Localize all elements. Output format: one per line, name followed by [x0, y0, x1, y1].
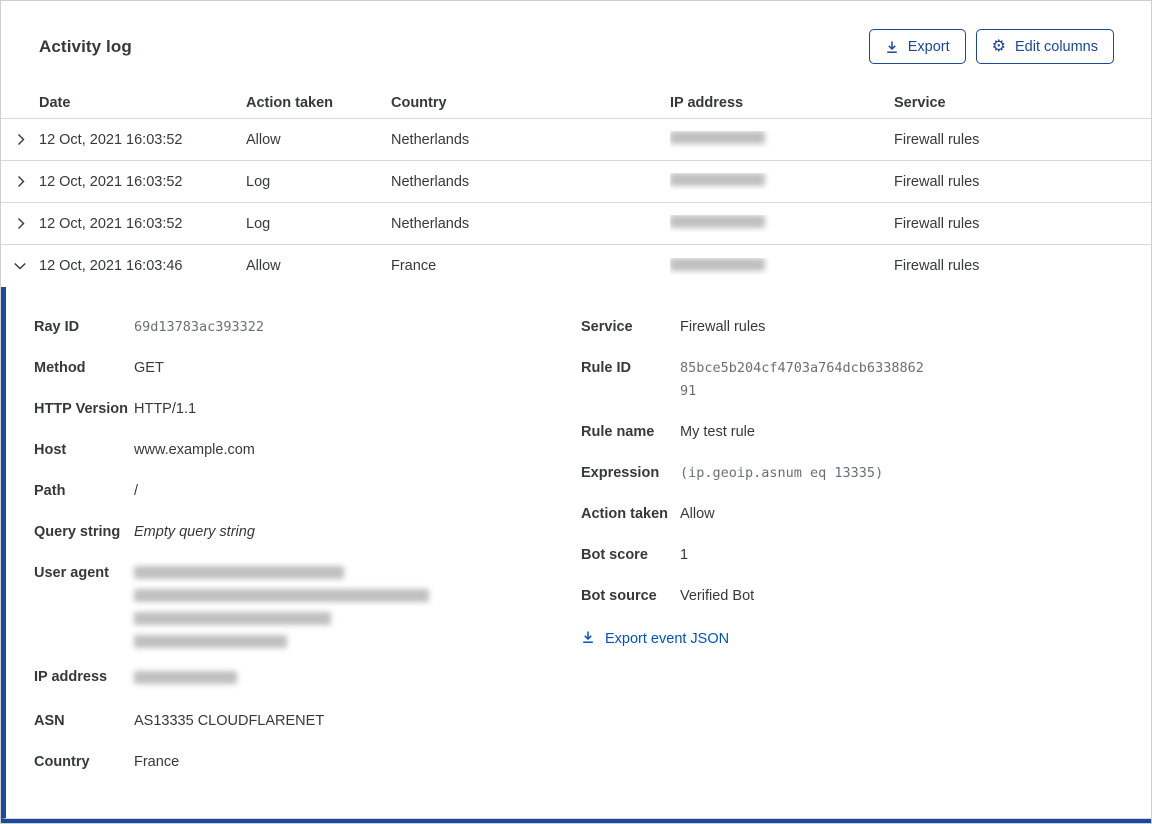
- export-event-json-link[interactable]: Export event JSON: [581, 630, 729, 648]
- cell-country: France: [391, 258, 437, 274]
- detail-field-method: Method GET: [34, 357, 581, 380]
- cell-ip-redacted: [670, 131, 894, 148]
- edit-columns-button[interactable]: ⚙ Edit columns: [975, 29, 1114, 64]
- ray-id-value: 69d13783ac393322: [134, 319, 265, 335]
- export-button-label: Export: [907, 38, 950, 55]
- cell-service: Firewall rules: [894, 173, 980, 190]
- cell-service: Firewall rules: [894, 131, 980, 148]
- detail-field-rule-id: Rule ID 85bce5b204cf4703a764dcb633886291: [581, 357, 1121, 403]
- asn-value: AS13335 CLOUDFLARENET: [134, 713, 325, 729]
- rule-name-value: My test rule: [680, 424, 755, 440]
- detail-field-service: Service Firewall rules: [581, 316, 1121, 339]
- detail-field-asn: ASN AS13335 CLOUDFLARENET: [34, 710, 581, 733]
- cell-date: 12 Oct, 2021 16:03:52: [39, 173, 183, 190]
- ip-address-redacted: [134, 666, 237, 692]
- method-value: GET: [134, 360, 164, 376]
- detail-field-country: Country France: [34, 751, 581, 774]
- cell-action-taken: Log: [246, 173, 271, 190]
- edit-columns-button-label: Edit columns: [1014, 38, 1098, 55]
- detail-field-user-agent: User agent: [34, 562, 581, 648]
- column-header-date: Date: [39, 95, 71, 111]
- cell-country: Netherlands: [391, 173, 470, 190]
- detail-field-ip-address: IP address: [34, 666, 581, 692]
- cell-ip-redacted: [670, 257, 894, 275]
- cell-action-taken: Allow: [246, 131, 281, 148]
- bot-source-value: Verified Bot: [680, 588, 755, 604]
- detail-field-path: Path /: [34, 480, 581, 503]
- detail-field-ray-id: Ray ID 69d13783ac393322: [34, 316, 581, 339]
- detail-field-host: Host www.example.com: [34, 439, 581, 462]
- action-taken-value: Allow: [680, 506, 715, 522]
- column-header-country: Country: [391, 95, 447, 111]
- column-header-ip-address: IP address: [670, 95, 744, 111]
- detail-field-query-string: Query string Empty query string: [34, 521, 581, 544]
- expression-value: (ip.geoip.asnum eq 13335): [680, 465, 884, 481]
- cell-country: Netherlands: [391, 131, 470, 148]
- query-string-value: Empty query string: [134, 524, 255, 540]
- detail-field-bot-source: Bot source Verified Bot: [581, 585, 1121, 608]
- chevron-right-icon[interactable]: [1, 217, 39, 230]
- chevron-right-icon[interactable]: [1, 133, 39, 146]
- table-row[interactable]: 12 Oct, 2021 16:03:52 Allow Netherlands …: [1, 119, 1151, 161]
- column-header-action-taken: Action taken: [246, 95, 334, 111]
- cell-date: 12 Oct, 2021 16:03:52: [39, 215, 183, 232]
- country-value: France: [134, 754, 180, 770]
- http-version-value: HTTP/1.1: [134, 401, 197, 417]
- bottom-accent-bar: [1, 819, 1151, 823]
- rule-id-value: 85bce5b204cf4703a764dcb633886291: [680, 360, 924, 399]
- detail-field-expression: Expression (ip.geoip.asnum eq 13335): [581, 462, 1121, 485]
- cell-country: Netherlands: [391, 215, 470, 232]
- gear-icon: ⚙: [991, 37, 1006, 55]
- activity-log-panel: Activity log Export ⚙ Edit columns Date …: [0, 0, 1152, 824]
- cell-ip-redacted: [670, 173, 894, 190]
- table-row-expanded[interactable]: 12 Oct, 2021 16:03:46 Allow France Firew…: [1, 245, 1151, 287]
- event-detail-left-column: Ray ID 69d13783ac393322 Method GET HTTP …: [34, 316, 581, 802]
- download-icon: [581, 630, 595, 648]
- cell-ip-redacted: [670, 215, 894, 232]
- column-header-service: Service: [894, 95, 946, 111]
- export-event-json-label: Export event JSON: [605, 631, 730, 647]
- table-header: Date Action taken Country IP address Ser…: [1, 88, 1151, 119]
- path-value: /: [134, 483, 139, 499]
- cell-date: 12 Oct, 2021 16:03:46: [39, 258, 183, 274]
- bot-score-value: 1: [680, 547, 689, 563]
- detail-field-bot-score: Bot score 1: [581, 544, 1121, 567]
- download-icon: [885, 40, 899, 54]
- user-agent-redacted: [134, 562, 429, 648]
- cell-service: Firewall rules: [894, 215, 980, 232]
- host-value: www.example.com: [134, 442, 255, 458]
- cell-service: Firewall rules: [894, 258, 980, 274]
- event-detail-right-column: Service Firewall rules Rule ID 85bce5b20…: [581, 316, 1121, 802]
- cell-date: 12 Oct, 2021 16:03:52: [39, 131, 183, 148]
- export-button[interactable]: Export: [868, 29, 966, 64]
- detail-field-action-taken: Action taken Allow: [581, 503, 1121, 526]
- cell-action-taken: Log: [246, 215, 271, 232]
- chevron-down-icon[interactable]: [1, 259, 39, 273]
- page-title: Activity log: [39, 36, 132, 56]
- table-row[interactable]: 12 Oct, 2021 16:03:52 Log Netherlands Fi…: [1, 203, 1151, 245]
- table-row[interactable]: 12 Oct, 2021 16:03:52 Log Netherlands Fi…: [1, 161, 1151, 203]
- event-detail-panel: Ray ID 69d13783ac393322 Method GET HTTP …: [1, 287, 1151, 819]
- chevron-right-icon[interactable]: [1, 175, 39, 188]
- service-value: Firewall rules: [680, 319, 766, 335]
- topbar: Activity log Export ⚙ Edit columns: [1, 1, 1151, 88]
- toolbar-actions: Export ⚙ Edit columns: [868, 29, 1114, 64]
- detail-field-http-version: HTTP Version HTTP/1.1: [34, 398, 581, 421]
- detail-field-rule-name: Rule name My test rule: [581, 421, 1121, 444]
- cell-action-taken: Allow: [246, 258, 281, 274]
